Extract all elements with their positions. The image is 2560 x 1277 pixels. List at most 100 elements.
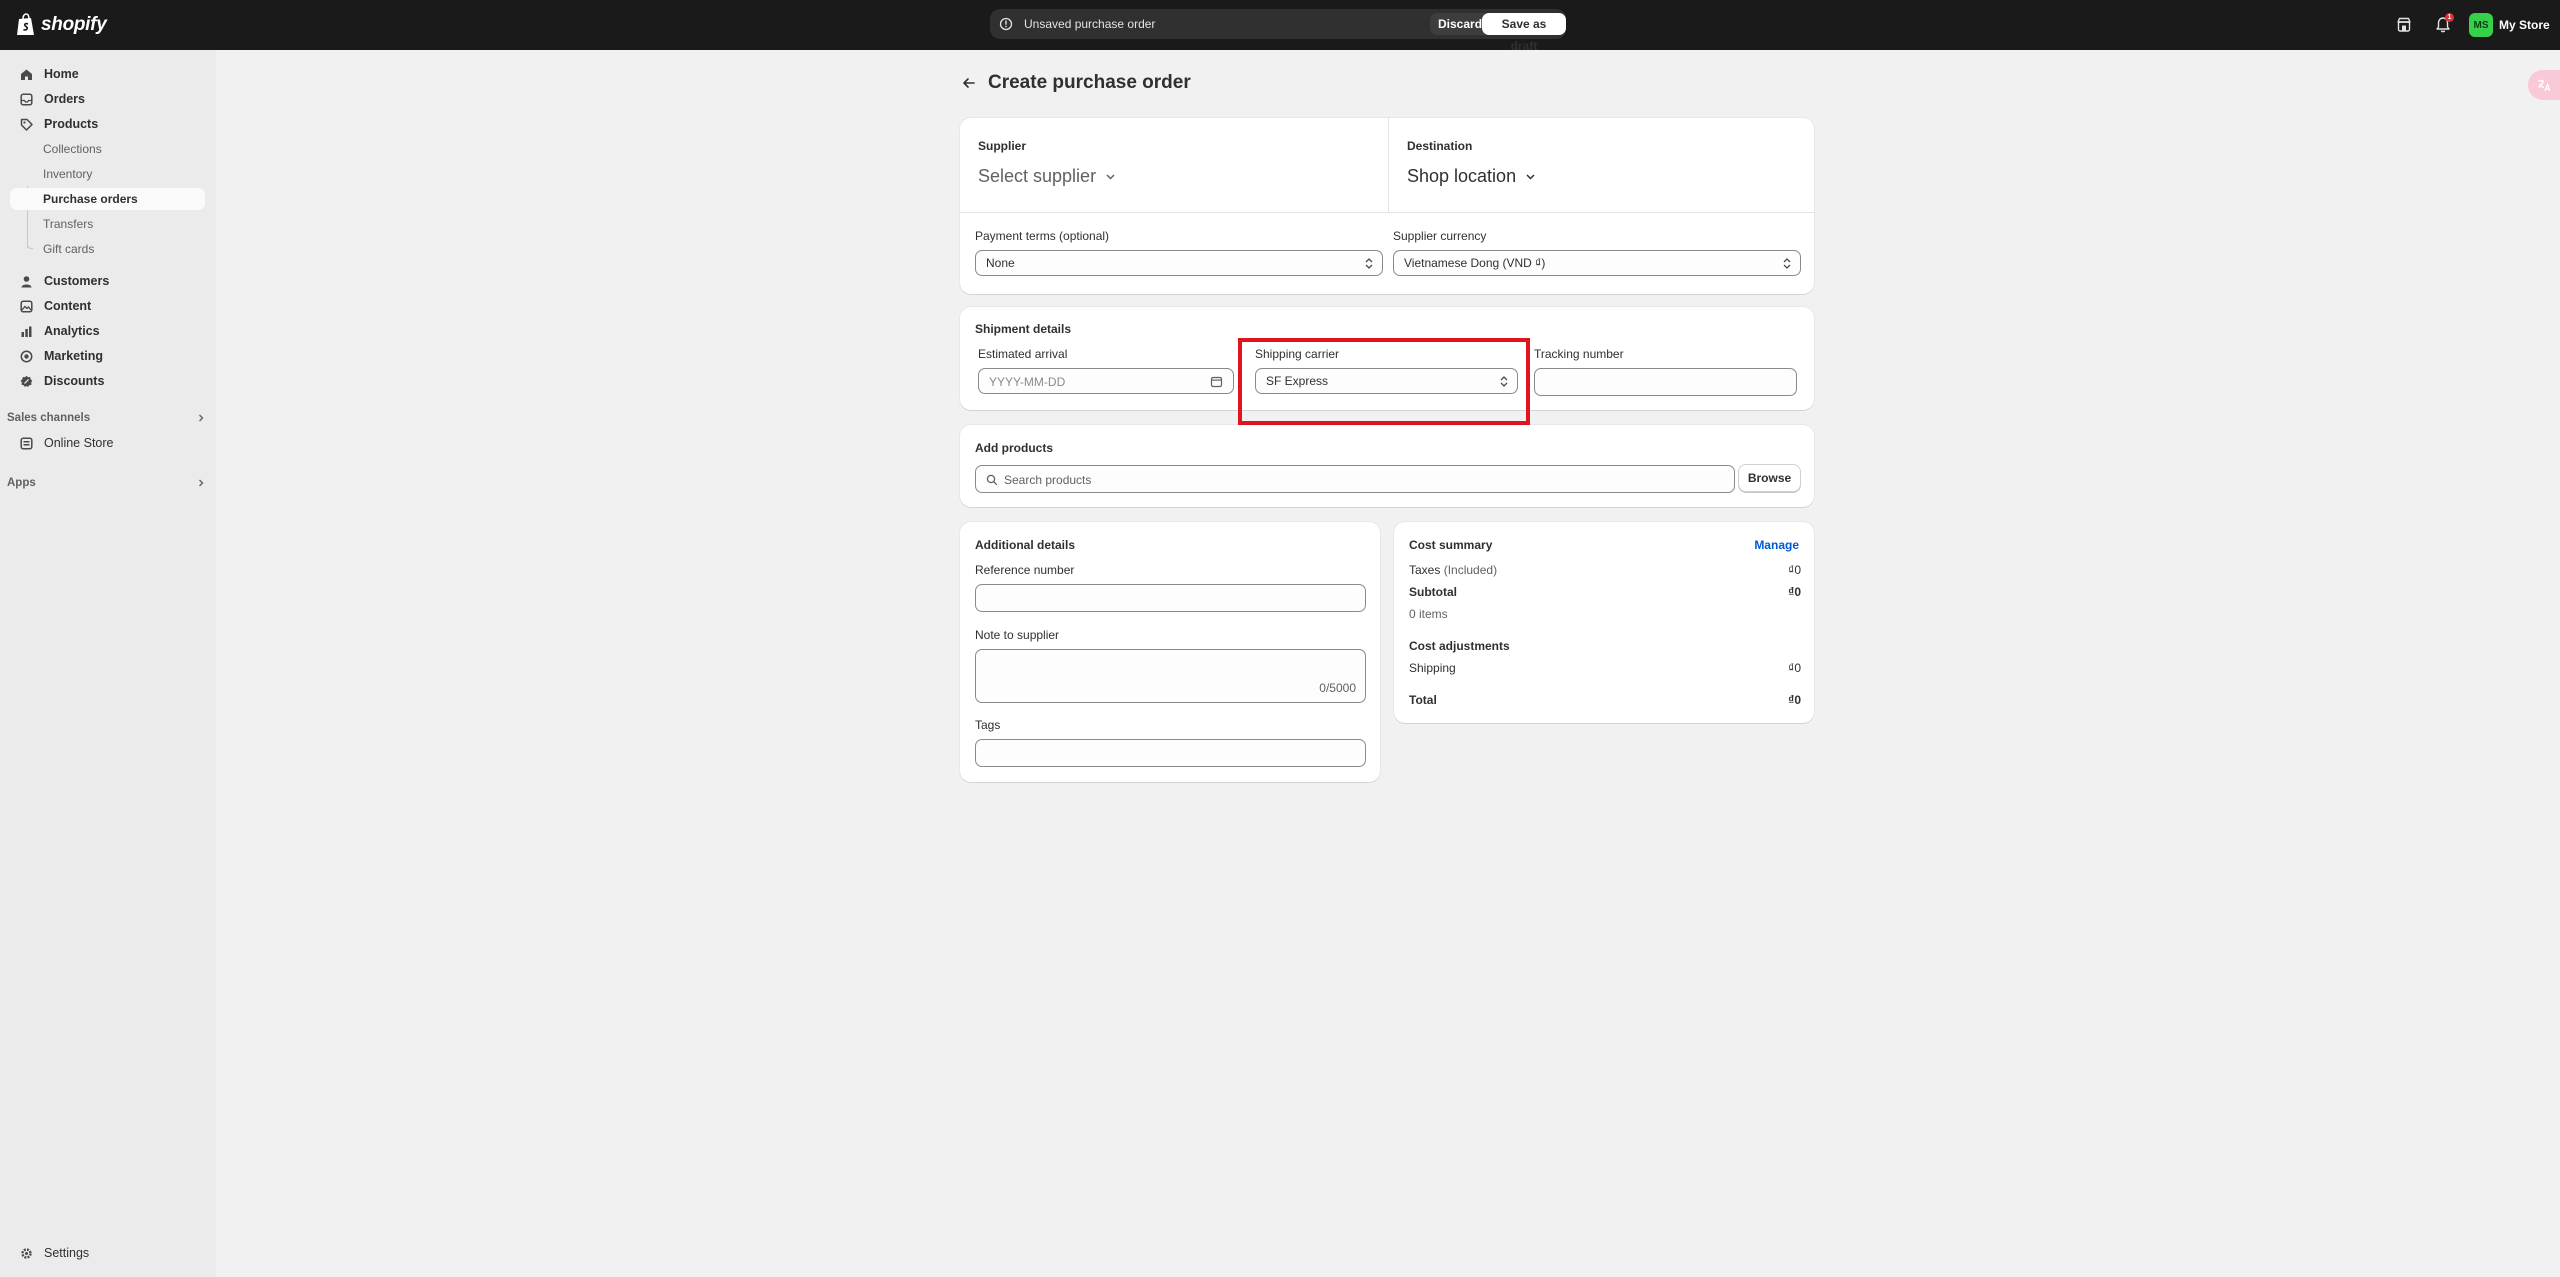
- sales-channels-header[interactable]: Sales channels: [7, 408, 207, 428]
- person-icon: [18, 273, 34, 289]
- sidebar: Home Orders Products Collections Invento…: [0, 50, 216, 1277]
- shipment-details-title: Shipment details: [975, 322, 1072, 336]
- apps-label: Apps: [7, 477, 36, 489]
- search-products-input[interactable]: Search products: [975, 465, 1735, 493]
- page-title: Create purchase order: [988, 72, 1191, 93]
- taxes-note: (Included): [1443, 563, 1498, 577]
- manage-link[interactable]: Manage: [1754, 538, 1799, 552]
- sidebar-item-label: Gift cards: [43, 242, 95, 256]
- supplier-select[interactable]: Select supplier: [978, 166, 1117, 187]
- shipping-carrier-highlight: [1238, 338, 1530, 425]
- add-products-title: Add products: [975, 441, 1053, 455]
- estimated-arrival-label: Estimated arrival: [978, 347, 1068, 361]
- note-to-supplier-textarea[interactable]: 0/5000: [975, 649, 1366, 703]
- search-icon: [986, 474, 998, 486]
- select-arrows-icon: [1365, 258, 1373, 269]
- supplier-currency-select[interactable]: Vietnamese Dong (VND ₫): [1393, 250, 1801, 276]
- sidebar-item-label: Customers: [44, 274, 110, 288]
- page-header: Create purchase order: [960, 72, 1191, 94]
- search-products-placeholder: Search products: [1004, 473, 1092, 487]
- sidebar-item-content[interactable]: Content: [10, 295, 205, 317]
- store-menu[interactable]: MS My Store: [2469, 13, 2550, 37]
- tracking-number-input[interactable]: [1534, 368, 1797, 396]
- payment-terms-select[interactable]: None: [975, 250, 1383, 276]
- subtotal-label: Subtotal: [1409, 585, 1457, 599]
- brand-name: shopify: [41, 14, 107, 35]
- notification-badge: 1: [2445, 13, 2454, 22]
- supplier-destination-card: Supplier Select supplier Destination Sho…: [960, 118, 1814, 294]
- taxes-label: Taxes: [1409, 563, 1441, 577]
- shipping-value: ₫0: [1788, 661, 1801, 675]
- context-save-bar: Unsaved purchase order Discard Save as d…: [990, 9, 1566, 53]
- sidebar-item-settings[interactable]: Settings: [10, 1242, 205, 1264]
- note-to-supplier-label: Note to supplier: [975, 628, 1060, 642]
- total-value: ₫0: [1788, 693, 1801, 707]
- sidebar-item-products[interactable]: Products: [10, 113, 205, 135]
- sidebar-item-label: Analytics: [44, 324, 100, 338]
- analytics-icon: [18, 323, 34, 339]
- sidebar-item-purchase-orders[interactable]: Purchase orders: [10, 188, 205, 210]
- reference-number-label: Reference number: [975, 563, 1075, 577]
- sidebar-item-analytics[interactable]: Analytics: [10, 320, 205, 342]
- taxes-label-group: Taxes (Included): [1409, 563, 1497, 577]
- sidebar-item-label: Collections: [43, 142, 102, 156]
- gear-icon: [18, 1245, 34, 1261]
- chevron-right-icon: [199, 414, 204, 422]
- browse-button[interactable]: Browse: [1738, 464, 1801, 492]
- info-icon: [999, 17, 1013, 31]
- shopify-logo[interactable]: shopify: [16, 13, 107, 37]
- total-label: Total: [1409, 693, 1437, 707]
- store-icon: [18, 435, 34, 451]
- divider: [960, 212, 1814, 213]
- supplier-select-value: Select supplier: [978, 166, 1097, 186]
- divider: [1388, 118, 1389, 212]
- add-products-card: Add products Search products Browse: [960, 425, 1814, 507]
- estimated-arrival-input[interactable]: YYYY-MM-DD: [978, 368, 1234, 394]
- sidebar-item-marketing[interactable]: Marketing: [10, 345, 205, 367]
- content-icon: [18, 298, 34, 314]
- estimated-arrival-placeholder: YYYY-MM-DD: [989, 375, 1066, 389]
- payment-terms-value: None: [986, 256, 1015, 270]
- back-arrow-icon[interactable]: [960, 74, 978, 92]
- shopify-bag-icon: [17, 13, 34, 35]
- storefront-icon[interactable]: [2394, 15, 2414, 35]
- sidebar-item-gift-cards[interactable]: Gift cards: [10, 238, 205, 260]
- sidebar-item-label: Discounts: [44, 374, 105, 388]
- apps-header[interactable]: Apps: [7, 473, 207, 493]
- sidebar-item-label: Purchase orders: [43, 192, 138, 206]
- save-bar-message: Unsaved purchase order: [1024, 17, 1156, 31]
- sidebar-item-customers[interactable]: Customers: [10, 270, 205, 292]
- sidebar-item-label: Settings: [44, 1246, 90, 1260]
- sidebar-item-orders[interactable]: Orders: [10, 88, 205, 110]
- sales-channels-label: Sales channels: [7, 412, 91, 424]
- top-bar: shopify Unsaved purchase order Discard S…: [0, 0, 2560, 53]
- sidebar-item-inventory[interactable]: Inventory: [10, 163, 205, 185]
- sidebar-item-label: Marketing: [44, 349, 104, 363]
- cost-adjustments-title: Cost adjustments: [1409, 639, 1510, 653]
- discount-icon: [18, 373, 34, 389]
- items-count-row: 0 items: [1409, 607, 1801, 621]
- additional-details-title: Additional details: [975, 538, 1076, 552]
- destination-select-value: Shop location: [1407, 166, 1517, 186]
- tags-input[interactable]: [975, 739, 1366, 767]
- sidebar-item-label: Home: [44, 67, 79, 81]
- sidebar-item-home[interactable]: Home: [10, 63, 205, 85]
- save-as-draft-button[interactable]: Save as draft: [1482, 13, 1566, 53]
- sidebar-item-discounts[interactable]: Discounts: [10, 370, 205, 392]
- subtotal-value: ₫0: [1788, 585, 1801, 599]
- sidebar-item-collections[interactable]: Collections: [10, 138, 205, 160]
- supplier-label: Supplier: [978, 139, 1027, 153]
- tracking-number-label: Tracking number: [1534, 347, 1624, 361]
- sidebar-item-online-store[interactable]: Online Store: [10, 432, 205, 454]
- total-row: Total ₫0: [1409, 693, 1801, 707]
- reference-number-input[interactable]: [975, 584, 1366, 612]
- calendar-icon[interactable]: [1210, 375, 1223, 388]
- sidebar-item-transfers[interactable]: Transfers: [10, 213, 205, 235]
- destination-select[interactable]: Shop location: [1407, 166, 1537, 187]
- store-name: My Store: [2499, 18, 2550, 32]
- destination-label: Destination: [1407, 139, 1473, 153]
- translate-widget[interactable]: [2528, 70, 2560, 100]
- chevron-down-icon: [1526, 174, 1535, 180]
- shipping-label: Shipping: [1409, 661, 1456, 675]
- translate-icon: [2538, 79, 2551, 92]
